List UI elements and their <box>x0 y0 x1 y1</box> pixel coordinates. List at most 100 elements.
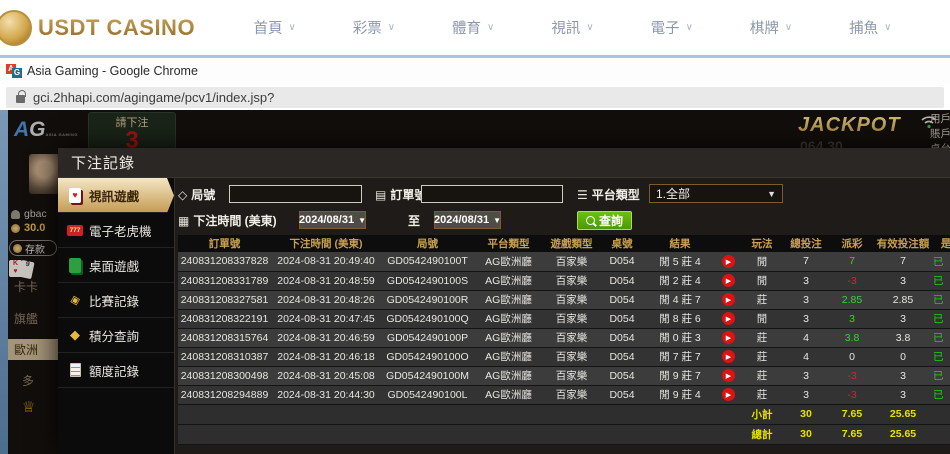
subtotal-payout: 7.65 <box>829 404 875 424</box>
cell-total: 4 <box>783 347 829 366</box>
bg-menu-item-selected[interactable]: 歐洲 <box>0 339 58 360</box>
replay-button[interactable]: ▶ <box>722 274 735 287</box>
order-filter-label: ▤訂單號 <box>375 186 426 203</box>
chevron-down-icon: ∨ <box>884 22 891 33</box>
nav-item-lottery[interactable]: 彩票∨ <box>353 17 395 38</box>
slot-777-icon: 777 <box>67 222 83 238</box>
cell-order: 240831208322191 <box>178 309 271 328</box>
nav-item-cards[interactable]: 棋牌∨ <box>750 17 792 38</box>
chevron-down-icon: ∨ <box>288 22 295 33</box>
nav-item-sports[interactable]: 體育∨ <box>452 17 494 38</box>
cell-game: 百家樂 <box>543 290 600 309</box>
url-bar[interactable]: gci.2hhapi.com/agingame/pcv1/index.jsp? <box>6 87 944 108</box>
cell-total: 3 <box>783 290 829 309</box>
tab-credit-records[interactable]: 額度記錄 <box>58 353 174 388</box>
col-header-payout: 派彩 <box>829 235 875 252</box>
tab-slots[interactable]: 777 電子老虎機 <box>58 213 174 248</box>
tab-live-games[interactable]: ♥ 視訊遊戲 <box>58 178 174 213</box>
trophy-icon: ♕ <box>22 398 35 416</box>
match-record-icon: ◈ <box>65 290 85 310</box>
cell-status: 已 <box>931 290 950 309</box>
chrome-titlebar[interactable]: AG Asia Gaming - Google Chrome <box>0 58 950 84</box>
deposit-button[interactable]: 存款 <box>9 240 57 256</box>
replay-button[interactable]: ▶ <box>722 350 735 363</box>
tab-table-games[interactable]: 桌面遊戲 <box>58 248 174 283</box>
cell-valid: 3 <box>875 366 931 385</box>
dropdown-arrow-icon: ▼ <box>358 216 366 225</box>
cell-play: ▶ <box>716 290 741 309</box>
cell-status: 已 <box>931 366 950 385</box>
cell-game: 百家樂 <box>543 309 600 328</box>
modal-title: 下注記錄 <box>58 148 950 178</box>
cell-status: 已 <box>931 385 950 404</box>
round-input[interactable] <box>229 185 362 203</box>
nav-label: 首頁 <box>253 17 282 38</box>
cell-total: 7 <box>783 252 829 271</box>
cell-status: 已 <box>931 271 950 290</box>
subtotal-valid: 25.65 <box>875 404 931 424</box>
window-border <box>0 110 8 454</box>
cell-time: 2024-08-31 20:46:59 <box>271 328 381 347</box>
search-button[interactable]: 查詢 <box>577 211 632 230</box>
table-row: 2408312083275812024-08-31 20:48:26GD0542… <box>178 290 950 309</box>
jackpot-banner: JACKPOT <box>798 114 901 137</box>
replay-button[interactable]: ▶ <box>722 312 735 325</box>
site-logo[interactable]: USDT CASINO <box>0 10 215 46</box>
cell-order: 240831208331789 <box>178 271 271 290</box>
cell-play: ▶ <box>716 385 741 404</box>
total-total: 30 <box>783 424 829 444</box>
date-to-value: 2024/08/31 <box>434 214 489 226</box>
list-icon: ☰ <box>577 188 588 202</box>
date-from-picker[interactable]: 2024/08/31 ▼ <box>299 211 366 229</box>
records-table-wrap: 訂單號下注時間 (美東)局號平台類型遊戲類型桌號結果玩法總投注派彩有效投注額是 … <box>175 235 950 454</box>
nav-item-slots[interactable]: 電子∨ <box>651 17 693 38</box>
cell-total: 4 <box>783 328 829 347</box>
cell-status: 已 <box>931 328 950 347</box>
cell-play: ▶ <box>716 271 741 290</box>
date-to-picker[interactable]: 2024/08/31 ▼ <box>434 211 501 229</box>
time-filter-label: ▦下注時間 (美東) <box>178 212 277 229</box>
cell-order: 240831208327581 <box>178 290 271 309</box>
cell-play: ▶ <box>716 366 741 385</box>
nav-item-live[interactable]: 視訊∨ <box>551 17 593 38</box>
cell-payout: 7 <box>829 252 875 271</box>
cell-platform: AG歐洲廳 <box>474 385 543 404</box>
replay-button[interactable]: ▶ <box>722 331 735 344</box>
bg-menu-item[interactable]: 多 <box>0 372 58 389</box>
cell-valid: 3 <box>875 309 931 328</box>
table-header-row: 訂單號下注時間 (美東)局號平台類型遊戲類型桌號結果玩法總投注派彩有效投注額是 <box>178 235 950 252</box>
main-nav: 首頁∨ 彩票∨ 體育∨ 視訊∨ 電子∨ 棋牌∨ 捕魚∨ <box>215 17 950 38</box>
site-header: USDT CASINO 首頁∨ 彩票∨ 體育∨ 視訊∨ 電子∨ 棋牌∨ 捕魚∨ <box>0 0 950 55</box>
tab-points-query[interactable]: ◆ 積分查詢 <box>58 318 174 353</box>
cell-result: 閒 9 莊 4 <box>644 385 716 404</box>
order-input[interactable] <box>421 185 563 203</box>
total-valid: 25.65 <box>875 424 931 444</box>
bg-menu-item[interactable]: 旗艦 <box>0 310 58 327</box>
nav-item-home[interactable]: 首頁 ∨ <box>253 17 295 38</box>
platform-select[interactable]: 1.全部 ▼ <box>649 184 783 203</box>
replay-button[interactable]: ▶ <box>722 388 735 401</box>
bg-menu-item[interactable]: 卡卡 <box>0 278 58 295</box>
nav-item-fishing[interactable]: 捕魚∨ <box>849 17 891 38</box>
tab-label: 積分查詢 <box>89 326 139 345</box>
cell-time: 2024-08-31 20:48:59 <box>271 271 381 290</box>
nav-label: 視訊 <box>551 17 580 38</box>
bet-records-modal: 下注記錄 ♥ 視訊遊戲 777 電子老虎機 桌面遊戲 <box>58 148 950 454</box>
round-filter-label: ◇局號 <box>178 186 215 203</box>
cell-result: 閒 5 莊 4 <box>644 252 716 271</box>
cell-time: 2024-08-31 20:46:18 <box>271 347 381 366</box>
cell-status: 已 <box>931 347 950 366</box>
replay-button[interactable]: ▶ <box>722 293 735 306</box>
cell-platform: AG歐洲廳 <box>474 290 543 309</box>
cell-order: 240831208315764 <box>178 328 271 347</box>
lock-icon <box>16 95 25 103</box>
total-payout: 7.65 <box>829 424 875 444</box>
cell-platform: AG歐洲廳 <box>474 252 543 271</box>
replay-button[interactable]: ▶ <box>722 255 735 268</box>
tab-match-records[interactable]: ◈ 比賽記錄 <box>58 283 174 318</box>
cell-platform: AG歐洲廳 <box>474 328 543 347</box>
tab-label: 視訊遊戲 <box>89 186 139 205</box>
table-row: 2408312083221912024-08-31 20:47:45GD0542… <box>178 309 950 328</box>
col-header-table_no: 桌號 <box>600 235 644 252</box>
replay-button[interactable]: ▶ <box>722 369 735 382</box>
